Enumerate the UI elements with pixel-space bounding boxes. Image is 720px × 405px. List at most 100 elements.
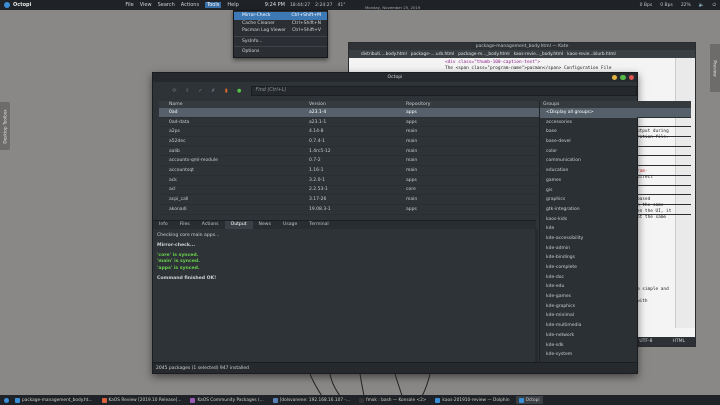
tab-output[interactable]: Output (224, 221, 253, 229)
desktop-toolbox[interactable]: Desktop Toolbox (0, 102, 10, 150)
battery-level[interactable]: 22% (681, 3, 691, 8)
package-name: acpi_call (169, 197, 189, 203)
app-icon (101, 397, 107, 403)
menu-separator (234, 46, 327, 47)
search-input[interactable]: Find (Ctrl+L) (250, 86, 638, 96)
octopi-icon[interactable]: ● (236, 88, 243, 95)
group-item[interactable]: kde-bindings (540, 253, 637, 263)
groups-header: Groups (540, 101, 637, 108)
package-version: 19.08.3-1 (309, 206, 331, 212)
group-item[interactable]: graphics (540, 195, 637, 205)
window-titlebar[interactable]: Octopi (153, 73, 637, 82)
group-item[interactable]: <Display all groups> (540, 108, 637, 118)
package-repo: main (406, 138, 418, 144)
group-item[interactable]: kde-multimedia (540, 321, 637, 331)
taskbar-item[interactable]: KaOS Review [2019.10 Release]... (99, 396, 185, 404)
taskbar-item[interactable]: Octopi (515, 396, 543, 404)
output-scrollbar[interactable] (535, 229, 538, 363)
menu-item-label: SysInfo... (242, 38, 263, 44)
group-item[interactable]: kde (540, 224, 637, 234)
group-item[interactable]: education (540, 166, 637, 176)
editor-tab[interactable]: distributi....body.html (361, 52, 407, 57)
group-item[interactable]: kde-edu (540, 282, 637, 292)
system-tray: 0 Bps 0 Bps 22% 🔈 ⏻ (635, 2, 716, 9)
column-name[interactable]: Name (159, 102, 309, 107)
editor-tab[interactable]: kaos-revie...blurb.html (567, 52, 616, 57)
menu-item-sysinfo[interactable]: SysInfo... (234, 38, 327, 46)
output-line: 'core' is synced. (157, 252, 199, 258)
menu-help[interactable]: Help (227, 2, 238, 8)
editor-code[interactable]: <div class="thumb-100-caption-text"> The… (349, 58, 695, 71)
group-item[interactable]: kde-sdk (540, 341, 637, 351)
group-item[interactable]: gtk-integration (540, 205, 637, 215)
group-item[interactable]: games (540, 176, 637, 186)
package-name: a2ps (169, 129, 180, 135)
editor-tab[interactable]: package-....urb.html (411, 52, 455, 57)
group-item[interactable]: kde-system (540, 350, 637, 360)
tab-news[interactable]: News (253, 221, 277, 229)
menu-search[interactable]: Search (158, 2, 175, 8)
group-item[interactable]: kde-accessibility (540, 234, 637, 244)
taskbar-item[interactable]: [dolsvanene: 192.168.16.107 -... (270, 396, 353, 404)
group-item[interactable]: communication (540, 156, 637, 166)
terminal-icon[interactable]: ▮ (223, 88, 230, 95)
app-launcher-icon[interactable] (4, 397, 9, 403)
menu-item-label: Options (242, 49, 260, 55)
group-item[interactable]: kde-games (540, 292, 637, 302)
net-time: 2:24:27 (315, 2, 333, 8)
close-button[interactable] (628, 74, 634, 80)
menu-actions[interactable]: Actions (181, 2, 199, 8)
editor-tab[interactable]: kaos-revie..._body.html (514, 52, 564, 57)
group-item[interactable]: gis (540, 186, 637, 196)
upgrade-icon[interactable]: ⇧ (184, 88, 191, 95)
menu-item-mirror-check[interactable]: Mirror-Check Ctrl+Shift+M (234, 12, 327, 20)
sync-icon[interactable]: ⟳ (171, 88, 178, 95)
taskbar-item[interactable]: KaOS Community Packages (... (187, 396, 266, 404)
taskbar-item-label: package-management_body.ht... (22, 397, 93, 403)
menu-item-cache-cleaner[interactable]: Cache Cleaner Ctrl+Shift+N (234, 20, 327, 28)
power-icon[interactable]: ⏻ (712, 2, 716, 8)
group-item[interactable]: kde-doc (540, 273, 637, 283)
taskbar-item[interactable]: fmok : bash — Konsole <2> (356, 396, 429, 404)
tab-files[interactable]: Files (174, 221, 196, 229)
menu-file[interactable]: File (125, 2, 133, 8)
group-item[interactable]: base-devel (540, 137, 637, 147)
tab-actions[interactable]: Actions (196, 221, 225, 229)
clock[interactable]: 9:24 PM (265, 2, 285, 8)
group-item[interactable]: base (540, 127, 637, 137)
group-item[interactable]: color (540, 147, 637, 157)
taskbar-item[interactable]: kaos-201910-review — Dolphin (432, 396, 512, 404)
menu-tools[interactable]: Tools (205, 2, 222, 8)
menu-item-options[interactable]: Options (234, 48, 327, 56)
group-item[interactable]: kaos-kids (540, 215, 637, 225)
group-item[interactable]: kde-complete (540, 263, 637, 273)
editor-tab[interactable]: package-m..._body.html (458, 52, 509, 57)
speaker-icon[interactable]: 🔈 (699, 3, 705, 8)
tab-usage[interactable]: Usage (277, 221, 303, 229)
column-repository[interactable]: Repository (406, 102, 535, 107)
menu-view[interactable]: View (140, 2, 152, 8)
group-item[interactable]: accessories (540, 118, 637, 128)
app-name: Octopi (13, 2, 32, 8)
task-items: package-management_body.ht... KaOS Review… (12, 396, 543, 404)
taskbar-item[interactable]: package-management_body.ht... (12, 396, 96, 404)
apply-icon[interactable]: ✓ (197, 88, 204, 95)
package-name: akonadi (169, 206, 187, 212)
tab-terminal[interactable]: Terminal (303, 221, 334, 229)
maximize-button[interactable] (620, 74, 626, 80)
group-item[interactable]: kde-minimal (540, 311, 637, 321)
mode-selector[interactable]: HTML (672, 339, 685, 344)
minimize-button[interactable] (611, 74, 617, 80)
groups-panel: Groups <Display all groups> accessories ba… (539, 101, 637, 363)
group-item[interactable]: kde-admin (540, 244, 637, 254)
group-item[interactable]: kde-network (540, 331, 637, 341)
preview-panel-toggle[interactable]: Preview (710, 44, 720, 92)
encoding-selector[interactable]: UTF-8 (639, 339, 652, 344)
wallpaper-cables (309, 374, 431, 396)
group-item[interactable]: kde-graphics (540, 302, 637, 312)
column-version[interactable]: Version (309, 102, 406, 107)
package-repo: apps (406, 177, 417, 183)
menu-item-pacman-log-viewer[interactable]: Pacman Log Viewer Ctrl+Shift+V (234, 27, 327, 35)
cancel-icon[interactable]: ✗ (210, 88, 217, 95)
tab-info[interactable]: Info (153, 221, 174, 229)
